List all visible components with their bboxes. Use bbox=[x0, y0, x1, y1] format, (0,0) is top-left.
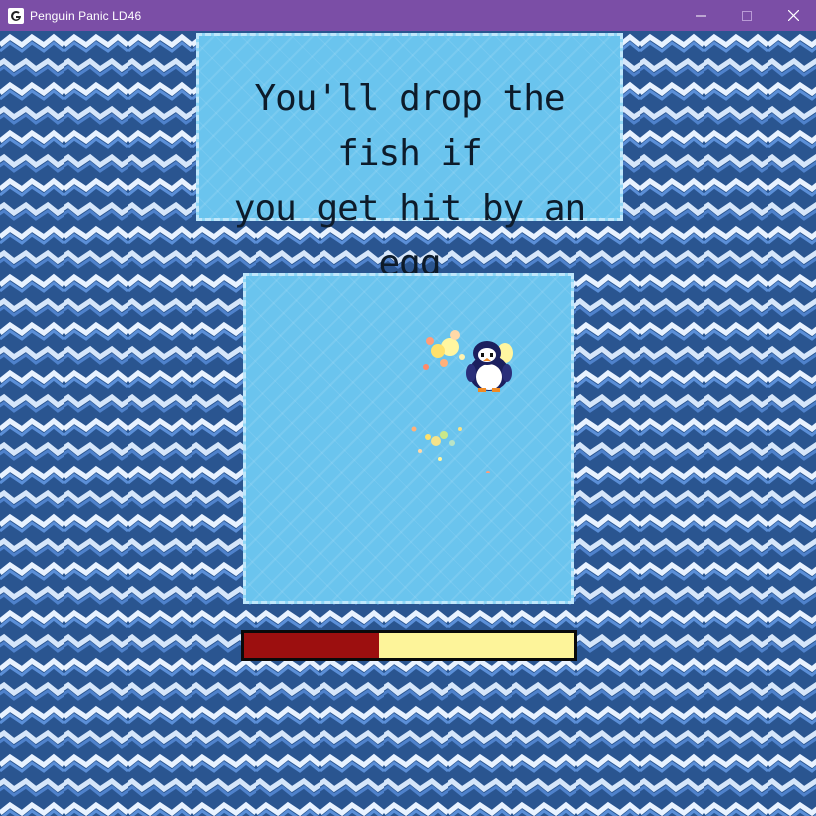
maximize-icon bbox=[742, 10, 752, 21]
tutorial-text: You'll drop the fish if you get hit by a… bbox=[233, 78, 586, 284]
penguin-icon bbox=[466, 341, 513, 392]
title-bar[interactable]: Penguin Panic LD46 bbox=[0, 0, 816, 31]
minimize-button[interactable] bbox=[678, 0, 724, 31]
minimize-icon bbox=[696, 15, 706, 16]
window-controls bbox=[678, 0, 816, 31]
maximize-button[interactable] bbox=[724, 0, 770, 31]
game-canvas[interactable]: You'll drop the fish if you get hit by a… bbox=[0, 31, 816, 816]
app-logo-icon bbox=[8, 7, 24, 24]
window-title: Penguin Panic LD46 bbox=[30, 8, 142, 23]
close-button[interactable] bbox=[770, 0, 816, 31]
fish-progress-fill bbox=[244, 633, 380, 658]
fish-progress-bar bbox=[241, 630, 577, 661]
close-icon bbox=[787, 10, 799, 21]
egg-splash-particles bbox=[411, 330, 490, 473]
tutorial-sign: You'll drop the fish if you get hit by a… bbox=[196, 33, 623, 284]
game-window: Penguin Panic LD46 You'll drop the fish … bbox=[0, 0, 816, 816]
